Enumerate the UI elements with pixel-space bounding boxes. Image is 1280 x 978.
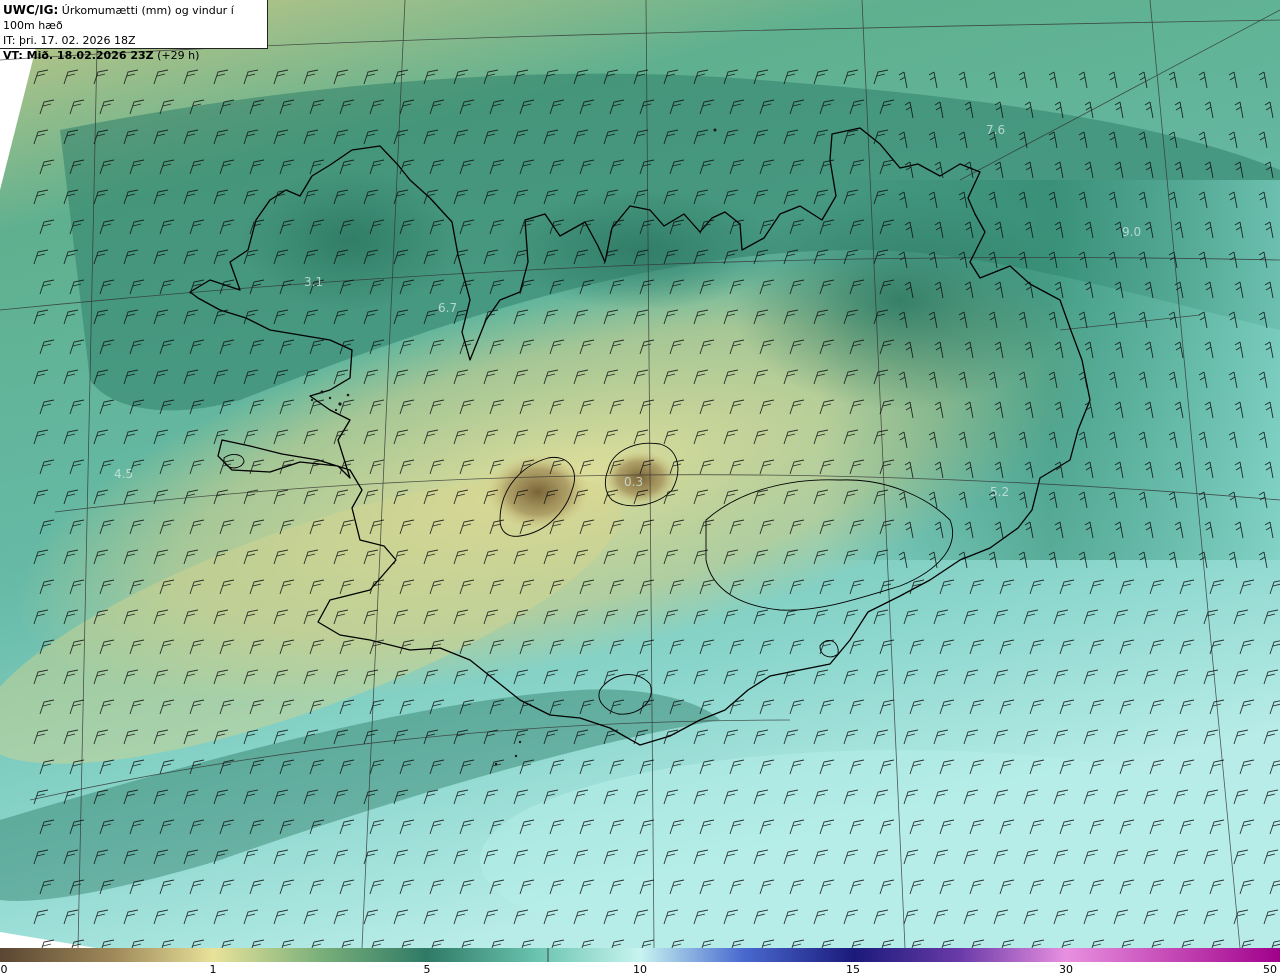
- colorbar: 0 1 5 10 15 30 50: [0, 948, 1280, 978]
- colorbar-tick-30: 30: [1059, 963, 1073, 976]
- label-west: 3.1: [304, 275, 323, 289]
- precipitation-wind-map: 3.1 6.7 7.6 9.0 0.3 5.2 4.5: [0, 0, 1280, 948]
- lead-time: (+29 h): [157, 49, 200, 62]
- model-code: UWC/IG:: [3, 3, 59, 17]
- forecast-info-box: UWC/IG: Úrkomumætti (mm) og vindur í 100…: [0, 0, 268, 62]
- colorbar-scale: [0, 948, 1280, 962]
- colorbar-tick-50: 50: [1263, 963, 1277, 976]
- valid-time: VT: Mið. 18.02.2026 23Z: [3, 49, 154, 62]
- label-vatnajokull: 0.3: [624, 475, 643, 489]
- label-east-sea: 9.0: [1122, 225, 1141, 239]
- colorbar-tick-5: 5: [423, 963, 431, 976]
- wind-barb: [41, 939, 55, 948]
- label-northeast-sea: 7.6: [986, 123, 1005, 137]
- label-east-coast: 5.2: [990, 485, 1009, 499]
- valid-time-line: VT: Mið. 18.02.2026 23Z (+29 h): [3, 48, 267, 63]
- colorbar-tick-15: 15: [846, 963, 860, 976]
- colorbar-tick-10: 10: [633, 963, 647, 976]
- colorbar-tick-0: 0: [0, 963, 8, 976]
- title-line: UWC/IG: Úrkomumætti (mm) og vindur í 100…: [3, 3, 267, 33]
- label-west-sea: 4.5: [114, 467, 133, 481]
- initial-time: IT: þri. 17. 02. 2026 18Z: [3, 34, 136, 47]
- colorbar-tick-1: 1: [209, 963, 217, 976]
- label-westfjords: 6.7: [438, 301, 457, 315]
- map-panel: 3.1 6.7 7.6 9.0 0.3 5.2 4.5 UWC/IG: Úrko…: [0, 0, 1280, 948]
